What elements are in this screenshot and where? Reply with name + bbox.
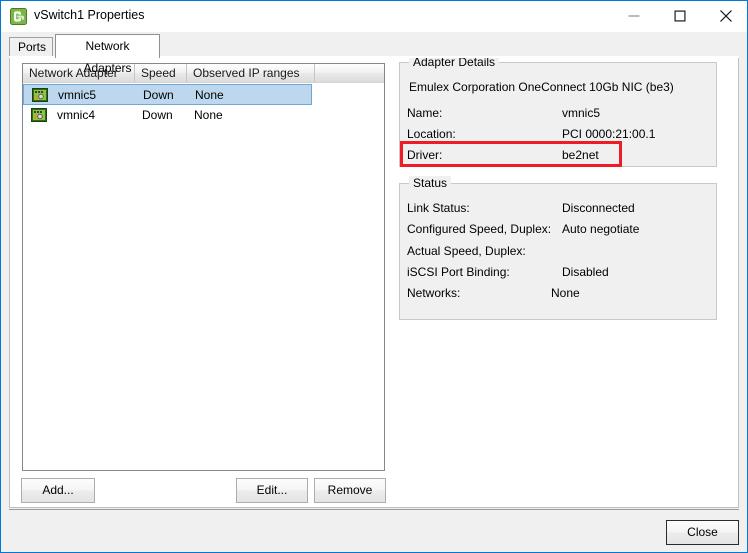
title-bar: vSwitch1 Properties (1, 1, 747, 32)
vswitch-properties-window: vSwitch1 Properties Ports Network Adapte… (0, 0, 748, 553)
footer-separator (9, 509, 739, 510)
value-networks: None (551, 286, 580, 300)
vswitch-properties-icon (10, 8, 27, 25)
label-driver: Driver: (407, 148, 443, 162)
cell-adapter-ip: None (194, 108, 223, 122)
window-title: vSwitch1 Properties (34, 8, 145, 22)
maximize-icon (674, 10, 686, 22)
value-configured-speed: Auto negotiate (562, 222, 640, 236)
network-adapter-icon (31, 108, 47, 122)
close-dialog-button[interactable]: Close (666, 520, 739, 545)
maximize-button[interactable] (657, 1, 703, 31)
adapter-details-group: Adapter Details (399, 55, 717, 167)
minimize-button[interactable] (611, 1, 657, 31)
adapter-device-name: Emulex Corporation OneConnect 10Gb NIC (… (409, 80, 674, 94)
label-location: Location: (407, 127, 456, 141)
value-name: vmnic5 (562, 106, 601, 120)
tab-ports[interactable]: Ports (9, 37, 53, 57)
table-row[interactable]: vmnic4 Down None (23, 105, 312, 126)
cell-adapter-name: vmnic4 (57, 108, 96, 122)
cell-adapter-ip: None (195, 88, 224, 102)
label-link-status: Link Status: (407, 201, 470, 215)
add-button[interactable]: Add... (21, 478, 95, 503)
column-header-observed-ip-ranges[interactable]: Observed IP ranges (187, 64, 315, 82)
label-networks: Networks: (407, 286, 461, 300)
label-name: Name: (407, 106, 443, 120)
tab-network-adapters[interactable]: Network Adapters (55, 34, 160, 75)
tab-strip: Ports Network Adapters (9, 34, 739, 75)
cell-adapter-speed: Down (143, 88, 174, 102)
edit-button[interactable]: Edit... (236, 478, 308, 503)
list-header-row: Network Adapter Speed Observed IP ranges (23, 64, 384, 83)
network-adapter-list[interactable]: Network Adapter Speed Observed IP ranges… (22, 63, 385, 471)
remove-button[interactable]: Remove (314, 478, 386, 503)
cell-adapter-name: vmnic5 (58, 88, 97, 102)
cell-adapter-speed: Down (142, 108, 173, 122)
value-link-status: Disconnected (562, 201, 635, 215)
value-driver: be2net (562, 148, 599, 162)
label-actual-speed: Actual Speed, Duplex: (407, 244, 526, 258)
label-iscsi-port-binding: iSCSI Port Binding: (407, 265, 510, 279)
label-configured-speed: Configured Speed, Duplex: (407, 222, 552, 236)
column-header-empty[interactable] (315, 64, 384, 82)
minimize-icon (628, 15, 640, 17)
close-icon (720, 10, 732, 22)
status-legend: Status (409, 176, 452, 190)
table-row[interactable]: vmnic5 Down None (23, 84, 312, 105)
value-location: PCI 0000:21:00.1 (562, 127, 656, 141)
network-adapter-icon (32, 88, 48, 102)
column-header-speed[interactable]: Speed (135, 64, 187, 82)
close-window-button[interactable] (703, 1, 748, 31)
value-iscsi-port-binding: Disabled (562, 265, 609, 279)
